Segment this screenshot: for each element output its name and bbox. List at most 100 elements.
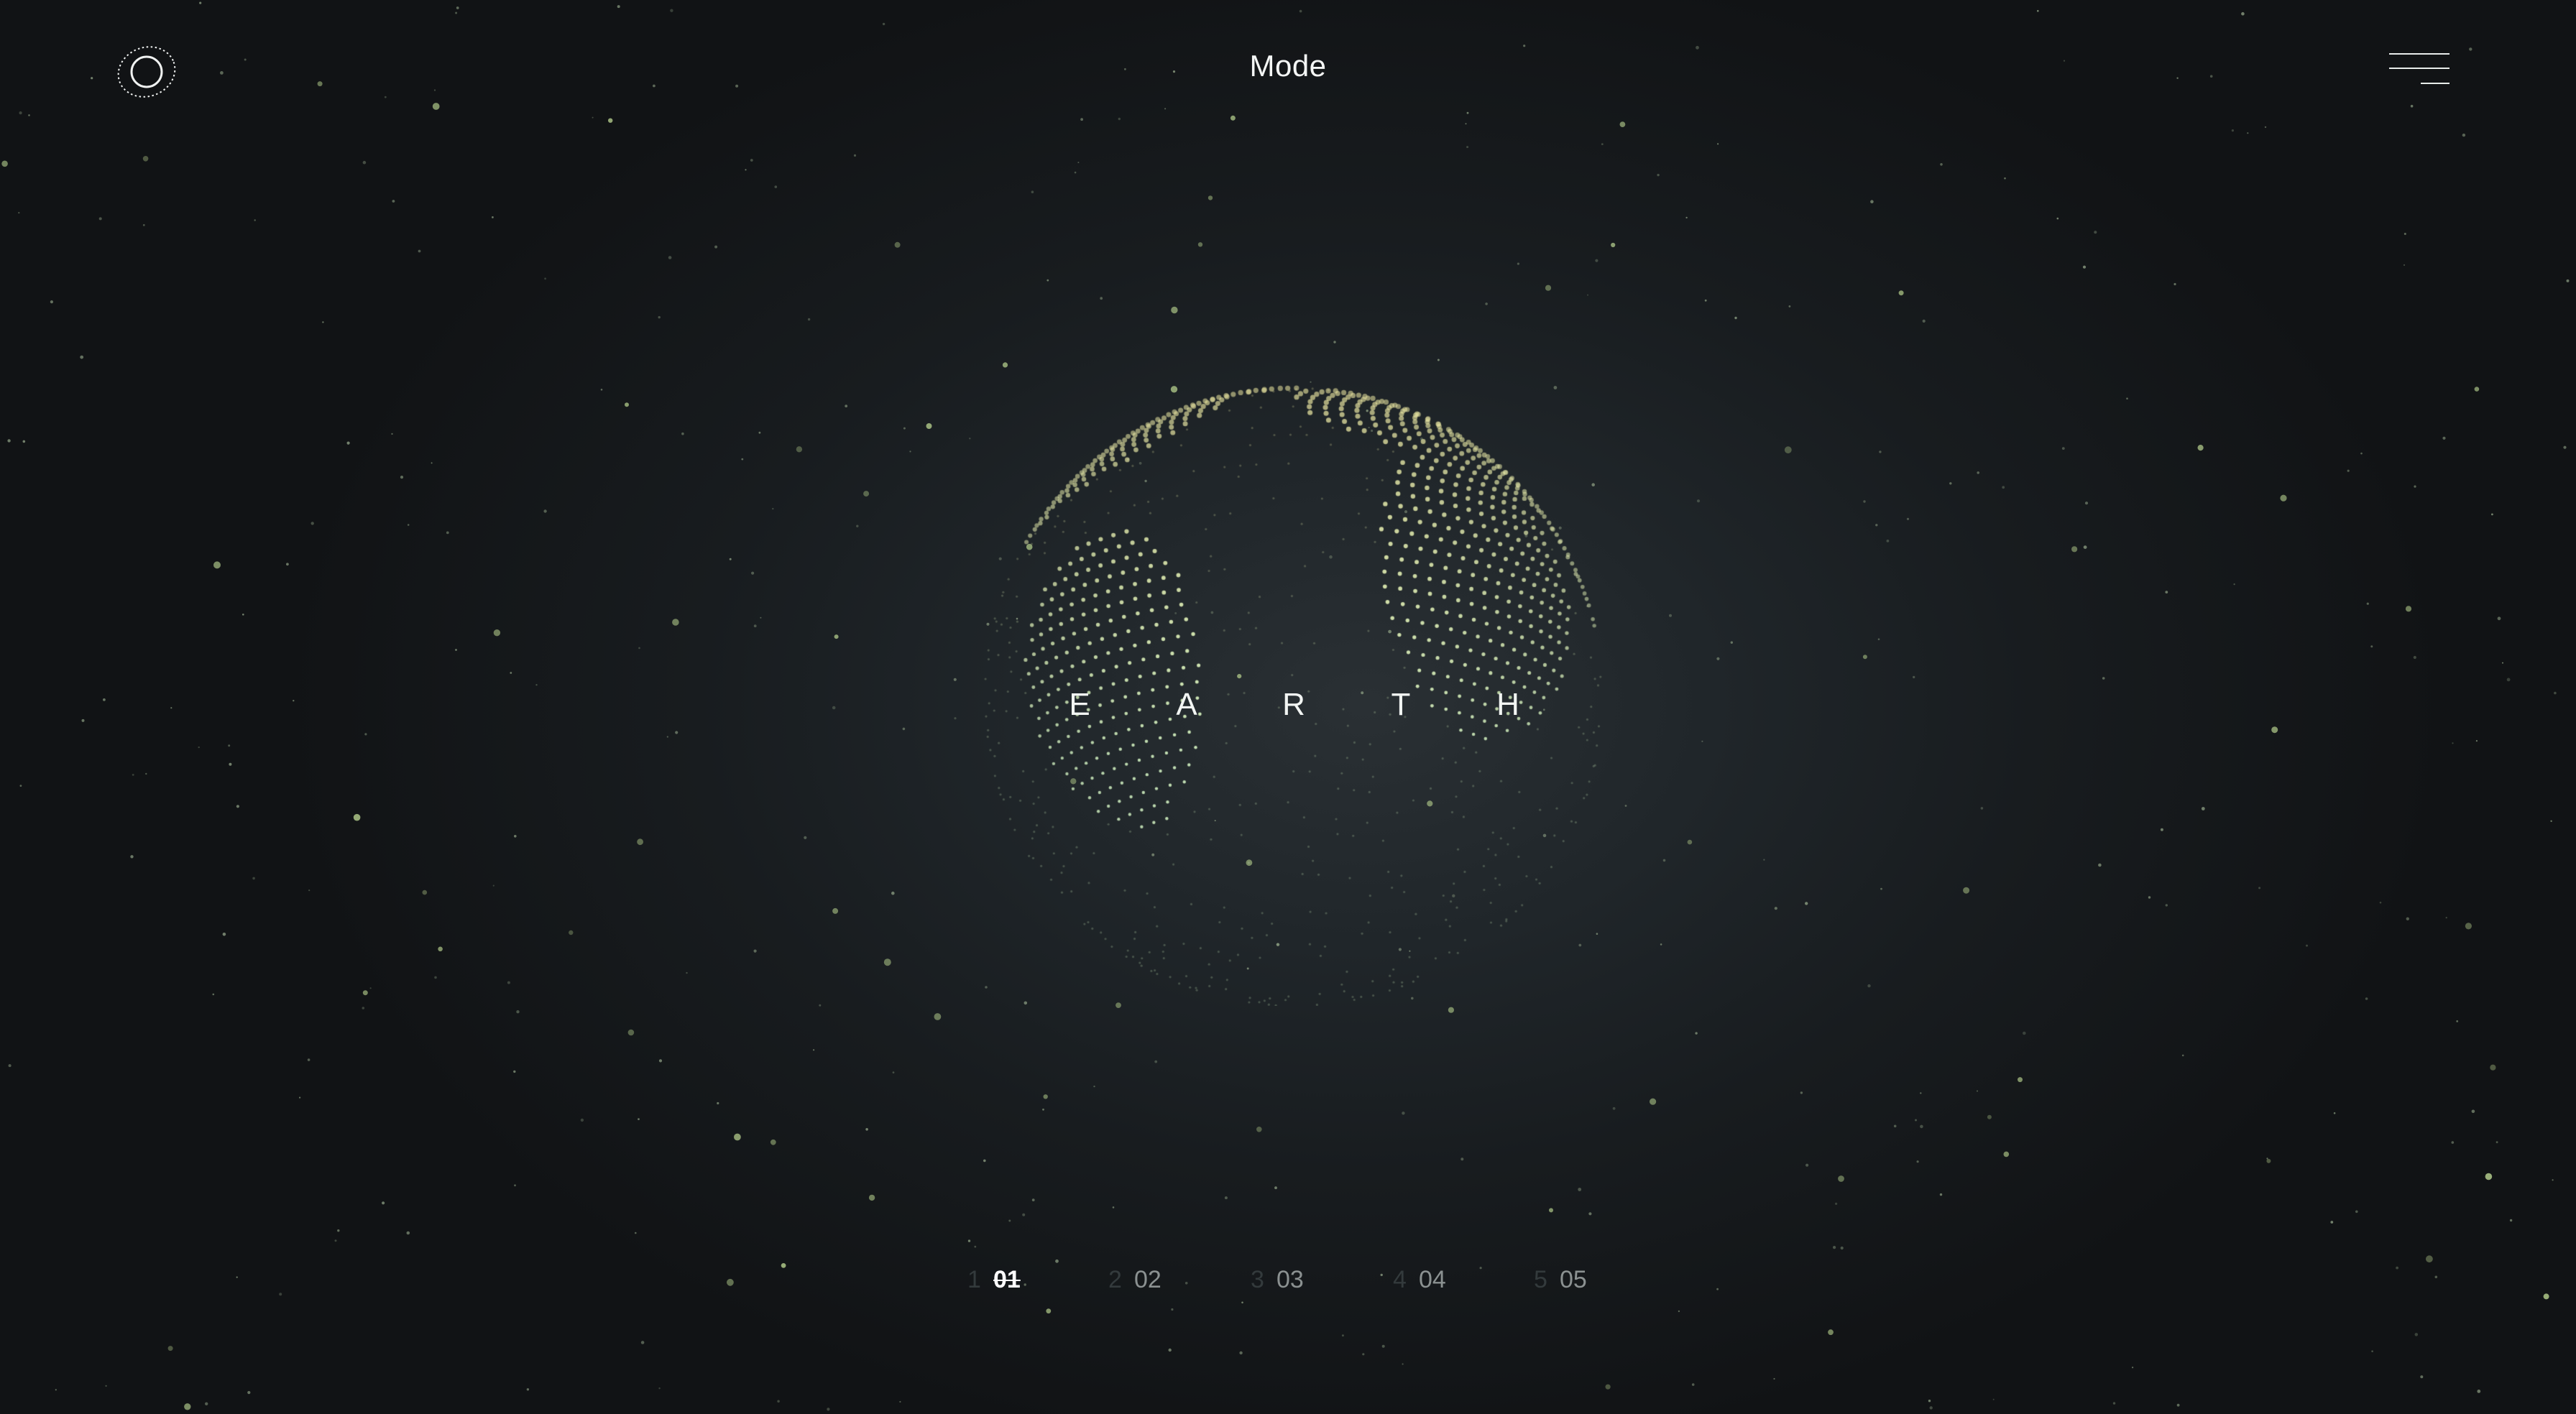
star-dot — [1913, 675, 1915, 679]
star-dot — [438, 946, 443, 952]
star-dot — [2306, 944, 2308, 947]
star-dot — [1977, 471, 1979, 474]
star-dot — [834, 634, 839, 639]
pager-number: 05 — [1560, 1266, 1587, 1293]
star-dot — [308, 889, 310, 892]
star-dot — [455, 649, 457, 651]
star-dot — [220, 71, 224, 75]
brand-title[interactable]: Mode — [1144, 49, 1432, 83]
star-dot — [1784, 446, 1792, 454]
planet-name: E A R T H — [1064, 687, 1524, 723]
star-dot — [804, 836, 807, 839]
star-dot — [2247, 132, 2249, 134]
star-dot — [1886, 540, 1890, 542]
pager-item-05[interactable]: 5 05 — [1534, 1266, 1620, 1302]
star-dot — [80, 355, 84, 359]
star-dot — [1695, 1032, 1698, 1035]
star-dot — [1678, 1310, 1680, 1313]
pager-number: 04 — [1419, 1266, 1446, 1293]
star-dot — [1687, 839, 1693, 845]
star-dot — [2082, 265, 2087, 269]
star-dot — [1256, 1127, 1262, 1132]
star-dot — [98, 217, 102, 221]
star-dot — [132, 774, 134, 776]
star-dot — [2176, 77, 2179, 79]
star-dot — [845, 405, 848, 407]
star-dot — [1549, 1208, 1553, 1213]
star-dot — [2003, 1151, 2010, 1157]
star-dot — [2566, 279, 2570, 282]
menu-line — [2389, 68, 2450, 69]
logo-orbit-icon[interactable] — [115, 43, 178, 101]
pager-ghost-number: 4 — [1393, 1266, 1407, 1293]
star-dot — [1833, 1246, 1836, 1249]
star-dot — [807, 318, 811, 321]
star-dot — [1022, 1213, 1026, 1216]
pager-item-03[interactable]: 3 03 — [1251, 1266, 1337, 1302]
star-dot — [369, 987, 372, 989]
hamburger-menu-icon[interactable] — [2385, 49, 2450, 92]
star-dot — [279, 1293, 282, 1296]
star-dot — [322, 321, 324, 323]
star-dot — [392, 200, 395, 203]
star-dot — [863, 491, 870, 497]
star-dot — [2485, 1173, 2493, 1180]
star-dot — [2018, 1077, 2023, 1083]
star-dot — [434, 976, 437, 979]
star-dot — [2004, 177, 2006, 180]
star-dot — [2071, 546, 2078, 553]
star-dot — [1299, 9, 1302, 13]
star-dot — [507, 981, 510, 984]
pager-item-02[interactable]: 2 02 — [1108, 1266, 1195, 1302]
star-dot — [1774, 907, 1777, 910]
star-dot — [1601, 143, 1604, 146]
star-dot — [1949, 482, 1952, 485]
star-dot — [384, 96, 387, 98]
star-dot — [714, 245, 718, 249]
star-dot — [142, 156, 149, 162]
star-dot — [827, 1408, 830, 1411]
star-dot — [813, 1049, 815, 1051]
planet-letter: H — [1496, 687, 1519, 722]
star-dot — [493, 629, 501, 637]
star-dot — [307, 1058, 310, 1061]
star-dot — [244, 58, 247, 61]
star-dot — [418, 249, 421, 253]
star-dot — [1118, 117, 1121, 121]
planet-letter: R — [1282, 687, 1305, 722]
star-dot — [1879, 450, 1882, 453]
star-dot — [1716, 657, 1720, 660]
star-dot — [1154, 1060, 1158, 1063]
star-dot — [637, 838, 643, 846]
star-dot — [1124, 68, 1126, 70]
star-dot — [1230, 115, 1236, 121]
star-dot — [1662, 859, 1666, 862]
star-dot — [819, 1004, 822, 1007]
star-dot — [544, 277, 546, 280]
pager-item-04[interactable]: 4 04 — [1393, 1266, 1479, 1302]
star-dot — [1977, 1090, 1978, 1092]
star-dot — [510, 672, 512, 674]
star-dot — [2083, 545, 2087, 549]
star-dot — [2414, 485, 2416, 488]
star-dot — [1008, 1219, 1011, 1222]
star-dot — [2023, 1031, 2026, 1035]
star-dot — [1074, 171, 1077, 174]
pager-ghost-number: 3 — [1251, 1266, 1264, 1293]
planet-letter: A — [1176, 687, 1197, 722]
star-dot — [2379, 901, 2382, 904]
star-dot — [105, 1385, 107, 1387]
star-dot — [1077, 162, 1080, 164]
star-dot — [1939, 1193, 1943, 1196]
star-dot — [1730, 641, 1733, 644]
star-dot — [1046, 279, 1049, 282]
pager-item-01[interactable]: 1 01 — [967, 1266, 1054, 1302]
star-dot — [1619, 121, 1626, 128]
star-dot — [751, 571, 755, 575]
dotted-globe[interactable] — [934, 359, 1653, 1006]
star-dot — [1920, 1124, 1923, 1129]
star-dot — [252, 877, 255, 880]
star-dot — [1835, 1202, 1838, 1205]
star-dot — [681, 432, 684, 435]
star-dot — [909, 450, 911, 453]
